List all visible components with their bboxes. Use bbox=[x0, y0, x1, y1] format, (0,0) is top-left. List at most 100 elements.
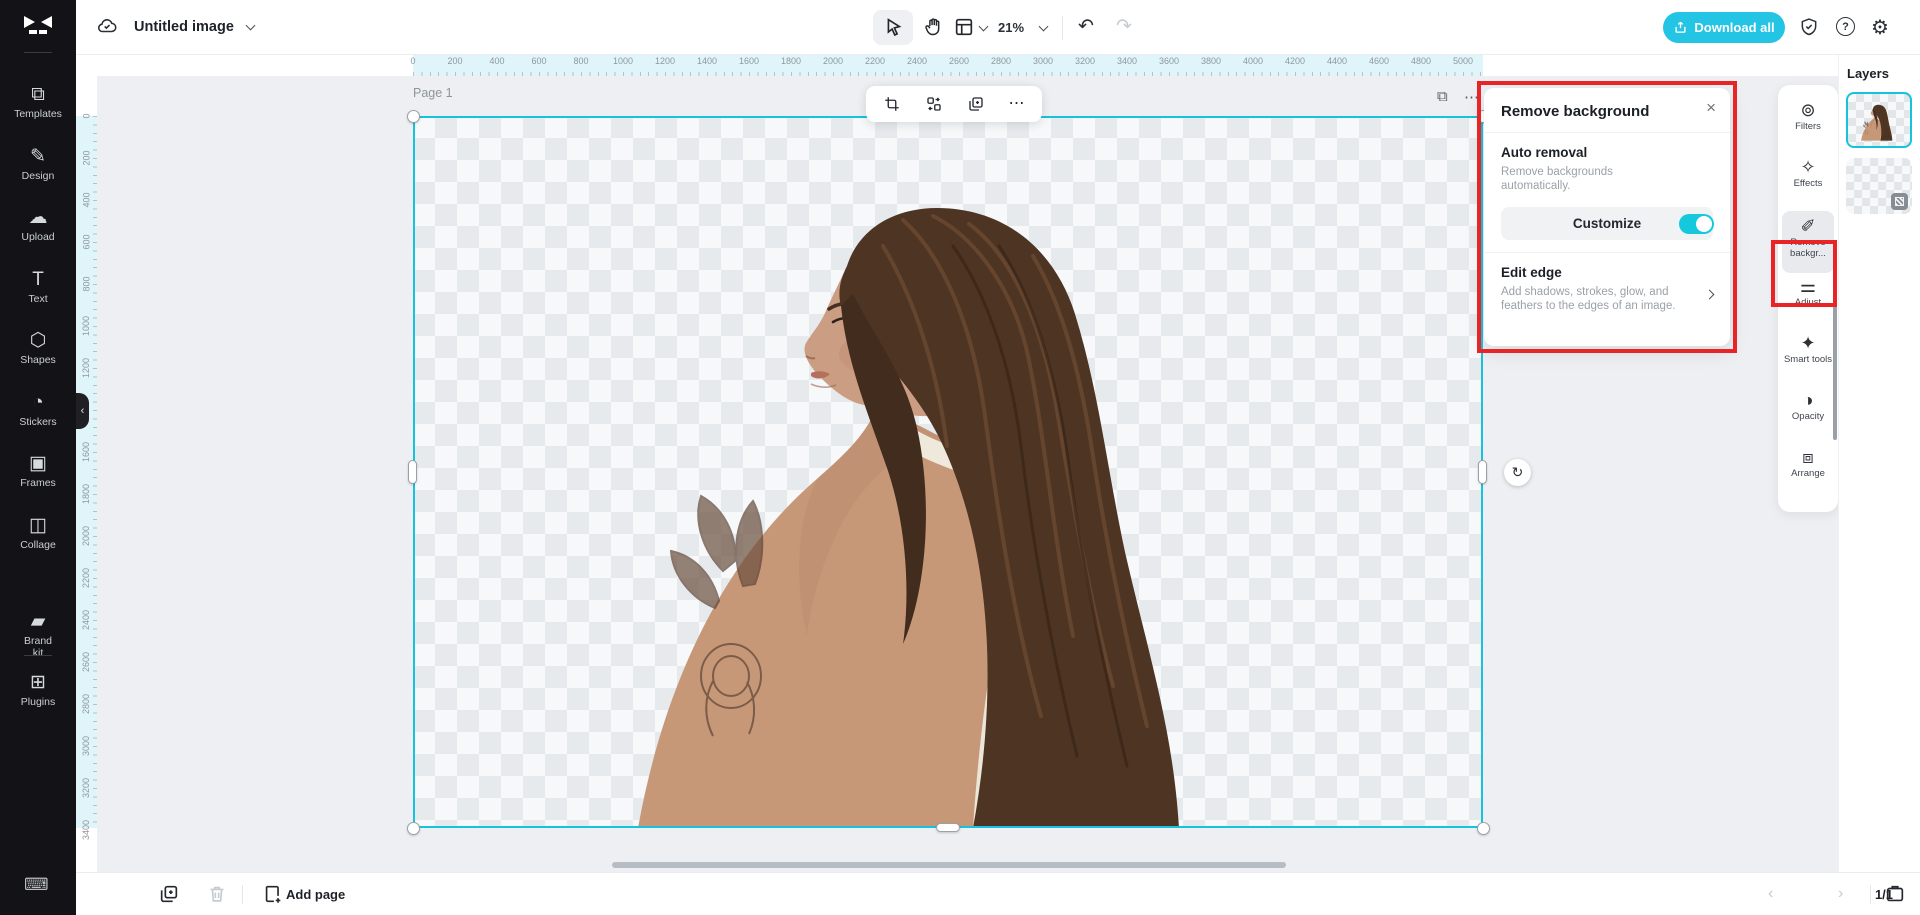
tool-item[interactable]: ✧ Effects bbox=[1780, 154, 1836, 211]
context-toolbar: ⋯ bbox=[866, 86, 1042, 122]
ruler-label: 2400 bbox=[76, 599, 97, 641]
previous-page-icon[interactable]: ‹ bbox=[1768, 886, 1773, 902]
subject-image-woman bbox=[413, 116, 1483, 828]
sidebar-item[interactable]: ◫ Collage bbox=[0, 515, 76, 611]
sidebar-item[interactable]: ☁ Upload bbox=[0, 207, 76, 269]
sidebar-item-icon: ☁ bbox=[29, 207, 48, 228]
layer-thumbnail-image[interactable] bbox=[1846, 92, 1912, 148]
sidebar-item[interactable]: ⬡ Shapes bbox=[0, 330, 76, 392]
tool-item[interactable]: ✦ Smart tools bbox=[1780, 330, 1836, 387]
collapse-sidebar-tab[interactable]: ‹ bbox=[76, 393, 89, 429]
resize-handle-right[interactable] bbox=[1478, 460, 1487, 484]
page-grid-view-icon[interactable]: ⧉ bbox=[1437, 88, 1448, 105]
more-options-icon[interactable]: ⋯ bbox=[1009, 95, 1026, 113]
ruler-label: 2200 bbox=[76, 557, 97, 599]
zoom-level[interactable]: 21% bbox=[998, 20, 1024, 35]
help-icon[interactable]: ? bbox=[1836, 17, 1855, 36]
tools-scrollbar[interactable] bbox=[1833, 255, 1837, 440]
sidebar-item-icon: ▰ bbox=[31, 611, 46, 632]
ruler-label: 0 bbox=[76, 95, 97, 137]
tool-item[interactable]: ⊚ Filters bbox=[1780, 97, 1836, 154]
layers-panel: Layers bbox=[1838, 55, 1920, 872]
capcut-logo[interactable] bbox=[22, 12, 54, 38]
divider bbox=[1484, 132, 1730, 133]
panel-title: Remove background bbox=[1501, 103, 1713, 120]
layout-tool[interactable] bbox=[953, 16, 975, 38]
layer-thumb-preview bbox=[1848, 94, 1910, 146]
collapse-icon: ‹ bbox=[81, 405, 85, 417]
divider bbox=[1484, 252, 1730, 253]
ruler-ticks bbox=[413, 72, 1483, 76]
resize-handle-left[interactable] bbox=[408, 460, 417, 484]
close-icon[interactable]: × bbox=[1706, 98, 1716, 118]
sidebar-item-icon: ⬡ bbox=[30, 330, 47, 351]
cloud-sync-icon[interactable] bbox=[96, 15, 118, 37]
edit-edge-row[interactable]: Edit edge Add shadows, strokes, glow, an… bbox=[1501, 265, 1713, 313]
tool-icon: ✐ bbox=[1800, 216, 1815, 236]
redo-icon[interactable]: ↷ bbox=[1112, 16, 1136, 38]
next-page-icon[interactable]: › bbox=[1838, 886, 1843, 902]
rotate-handle[interactable]: ↻ bbox=[1504, 459, 1531, 486]
ruler-label: 1400 bbox=[686, 56, 728, 66]
resize-handle-top-left[interactable] bbox=[407, 110, 420, 123]
ruler-label: 400 bbox=[476, 56, 518, 66]
sidebar-item[interactable]: ⧉ Templates bbox=[0, 84, 76, 146]
undo-icon[interactable]: ↶ bbox=[1074, 16, 1098, 38]
chevron-down-icon[interactable] bbox=[1039, 22, 1049, 32]
tool-label: Remove backgr... bbox=[1781, 238, 1835, 259]
ruler-label: 1600 bbox=[76, 431, 97, 473]
replace-icon[interactable] bbox=[925, 95, 943, 113]
duplicate-icon[interactable] bbox=[967, 95, 985, 113]
chevron-down-icon[interactable] bbox=[979, 22, 989, 32]
document-title[interactable]: Untitled image bbox=[134, 19, 234, 35]
chevron-down-icon[interactable] bbox=[246, 21, 256, 31]
ruler-label: 600 bbox=[76, 221, 97, 263]
add-page-label[interactable]: Add page bbox=[286, 887, 345, 902]
duplicate-page-icon[interactable] bbox=[158, 883, 180, 905]
sidebar-menu: ⧉ Templates ✎ Design ☁ Upload T Text ⬡ S… bbox=[0, 84, 76, 734]
horizontal-scrollbar[interactable] bbox=[612, 862, 1286, 868]
sidebar-item[interactable]: T Text bbox=[0, 269, 76, 331]
sidebar-item[interactable]: ⊞ Plugins bbox=[0, 672, 76, 734]
download-all-button[interactable]: Download all bbox=[1663, 12, 1785, 43]
tool-item[interactable]: ◑ Opacity bbox=[1780, 387, 1836, 444]
page-label: Page 1 bbox=[413, 86, 453, 100]
present-icon[interactable] bbox=[1884, 883, 1906, 905]
sidebar-item-icon: ⧉ bbox=[31, 84, 45, 105]
edit-edge-description: Add shadows, strokes, glow, and feathers… bbox=[1501, 285, 1697, 313]
chevron-right-icon bbox=[1705, 290, 1715, 300]
select-tool[interactable] bbox=[882, 16, 904, 38]
ruler-label: 4000 bbox=[1232, 56, 1274, 66]
crop-icon[interactable] bbox=[883, 95, 901, 113]
tool-item[interactable]: ✐ Remove backgr... bbox=[1782, 211, 1834, 273]
page-more-options-icon[interactable]: ⋯ bbox=[1464, 88, 1479, 106]
sidebar-item[interactable]: ▣ Frames bbox=[0, 453, 76, 515]
sidebar-item[interactable]: ✎ Design bbox=[0, 146, 76, 208]
sidebar-item-label: Design bbox=[22, 170, 55, 182]
sidebar-item[interactable]: ◔ Stickers bbox=[0, 392, 76, 454]
sidebar-item[interactable]: ▰ Brand kit bbox=[0, 611, 76, 673]
divider bbox=[242, 885, 243, 904]
ruler-label: 3000 bbox=[1022, 56, 1064, 66]
resize-handle-bottom-left[interactable] bbox=[407, 822, 420, 835]
divider bbox=[24, 655, 52, 656]
tool-item[interactable]: ⧈ Arrange bbox=[1780, 444, 1836, 501]
shield-check-icon[interactable] bbox=[1799, 17, 1819, 37]
canvas-page[interactable] bbox=[413, 116, 1483, 828]
ruler-label: 2600 bbox=[938, 56, 980, 66]
auto-removal-toggle[interactable] bbox=[1679, 214, 1714, 234]
question-mark: ? bbox=[1842, 21, 1849, 33]
sidebar-item-label: Collage bbox=[20, 539, 56, 551]
tool-item[interactable]: ⚌ Adjust bbox=[1780, 273, 1836, 330]
keyboard-shortcuts-icon[interactable]: ⌨ bbox=[24, 875, 49, 895]
hand-tool[interactable] bbox=[923, 16, 945, 38]
settings-gear-icon[interactable]: ⚙ bbox=[1871, 15, 1889, 40]
tool-icon: ✧ bbox=[1800, 157, 1815, 177]
add-page-icon[interactable] bbox=[262, 883, 284, 905]
resize-handle-bottom-right[interactable] bbox=[1477, 822, 1490, 835]
resize-handle-bottom[interactable] bbox=[936, 823, 960, 832]
delete-page-icon[interactable] bbox=[206, 883, 228, 905]
layer-thumbnail-background[interactable] bbox=[1846, 158, 1912, 214]
auto-removal-title: Auto removal bbox=[1501, 145, 1713, 160]
ruler-label: 3000 bbox=[76, 725, 97, 767]
